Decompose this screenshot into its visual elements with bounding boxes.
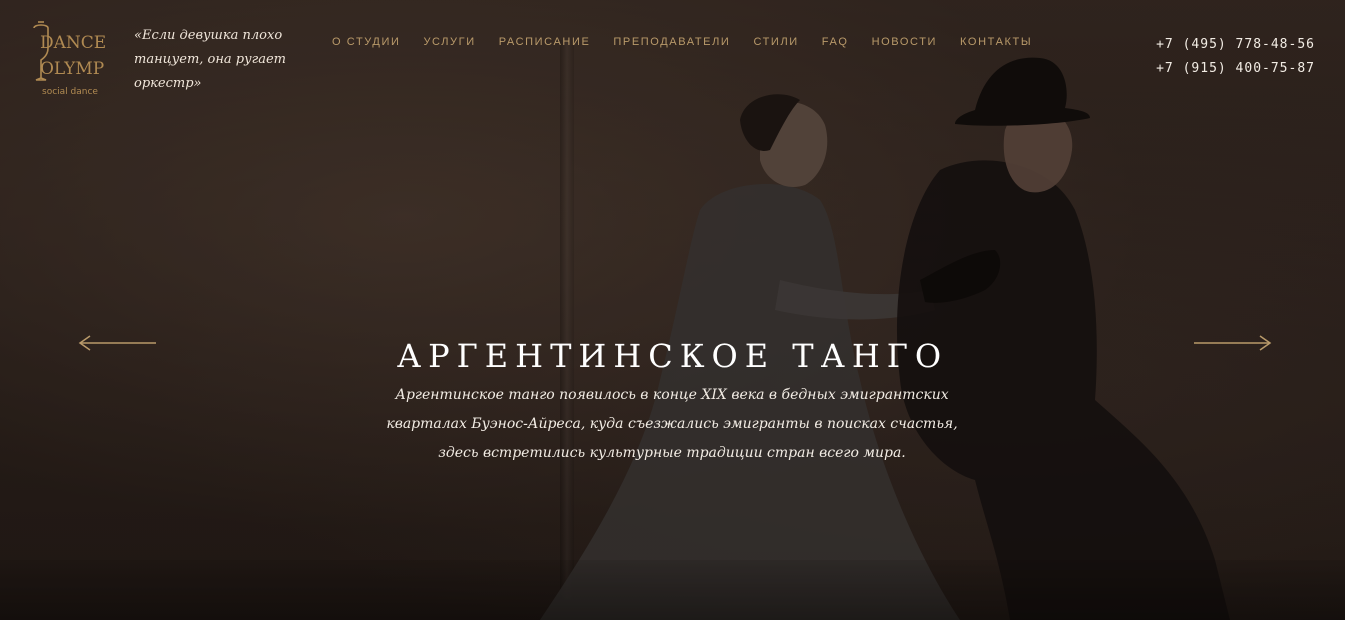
logo-line2: OLYMP <box>40 59 104 79</box>
phone-number-1[interactable]: +7 (495) 778-48-56 <box>1156 33 1315 57</box>
slide-description-line: Аргентинское танго появилось в конце XIX… <box>395 387 949 403</box>
phone-number-2[interactable]: +7 (915) 400-75-87 <box>1156 57 1315 81</box>
slide-description-line: здесь встретились культурные традиции ст… <box>438 445 906 461</box>
phone-list: +7 (495) 778-48-56 +7 (915) 400-75-87 <box>1156 33 1315 81</box>
logo-icon: DANCE OLYMP social dance <box>33 21 106 97</box>
logo-line3: social dance <box>42 87 98 97</box>
nav-item-faq[interactable]: FAQ <box>822 36 849 48</box>
nav-item-services[interactable]: УСЛУГИ <box>423 36 475 48</box>
arrow-left-icon <box>78 335 156 351</box>
main-nav: О СТУДИИ УСЛУГИ РАСПИСАНИЕ ПРЕПОДАВАТЕЛИ… <box>332 36 1055 48</box>
nav-item-news[interactable]: НОВОСТИ <box>872 36 937 48</box>
slider-prev-button[interactable] <box>78 333 158 353</box>
nav-item-teachers[interactable]: ПРЕПОДАВАТЕЛИ <box>613 36 730 48</box>
nav-item-schedule[interactable]: РАСПИСАНИЕ <box>499 36 591 48</box>
nav-item-about[interactable]: О СТУДИИ <box>332 36 400 48</box>
arrow-right-icon <box>1194 335 1272 351</box>
nav-item-contacts[interactable]: КОНТАКТЫ <box>960 36 1032 48</box>
header-quote: «Если девушка плохо танцует, она ругает … <box>134 28 287 91</box>
slide-description-line: кварталах Буэнос-Айреса, куда съезжались… <box>386 416 958 432</box>
logo-line1: DANCE <box>40 33 106 53</box>
logo[interactable]: DANCE OLYMP social dance <box>26 18 106 98</box>
slide-title: АРГЕНТИНСКОЕ ТАНГО <box>396 337 949 376</box>
slider-next-button[interactable] <box>1192 333 1272 353</box>
slide-description: Аргентинское танго появилось в конце XIX… <box>372 381 972 468</box>
nav-item-styles[interactable]: СТИЛИ <box>753 36 798 48</box>
